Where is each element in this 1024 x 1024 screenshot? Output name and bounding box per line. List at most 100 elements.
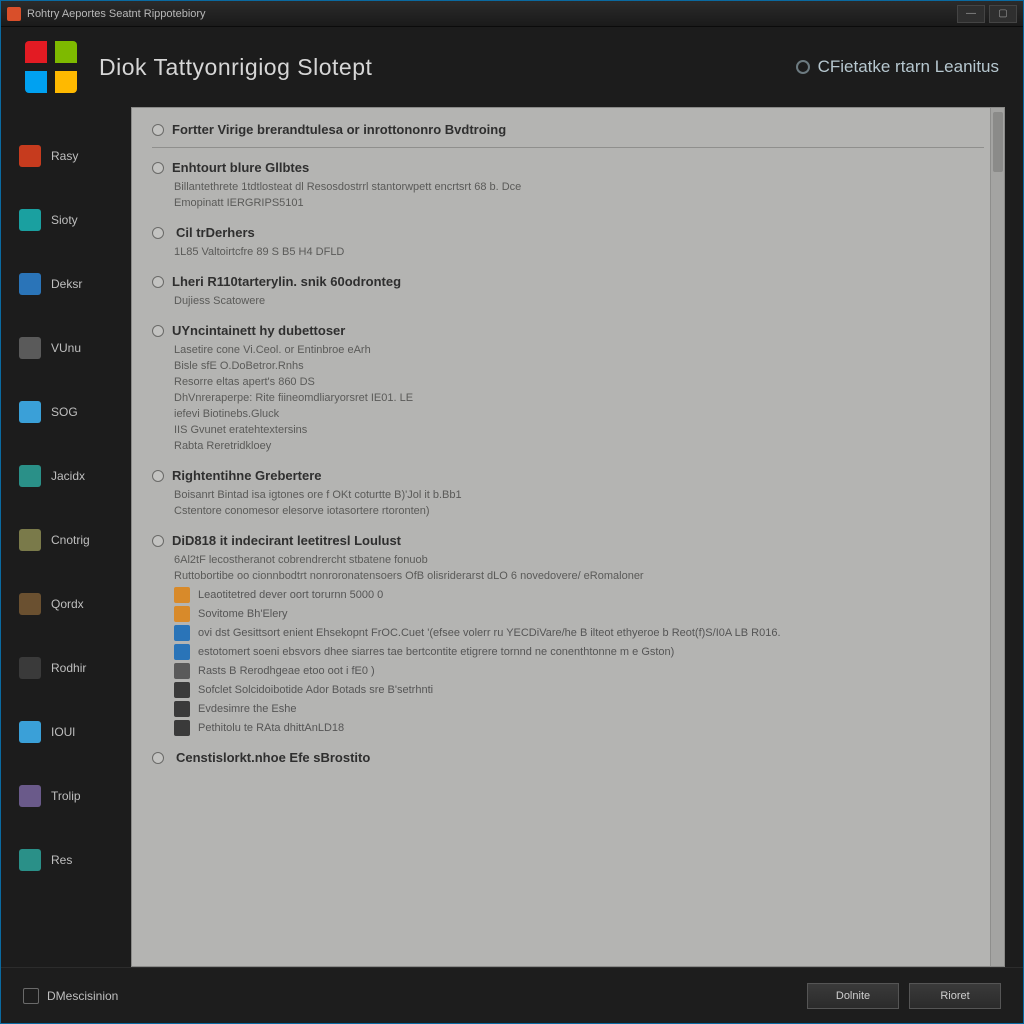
sidebar-item-label: IOUl	[51, 725, 75, 739]
sidebar-item-label: Deksr	[51, 277, 82, 291]
item-icon	[174, 720, 190, 736]
item-text: Sofclet Solcidoibotide Ador Botads sre B…	[198, 684, 433, 696]
section-6: Censtislorkt.nhoe Efe sBrostito	[152, 750, 984, 765]
sidebar-icon	[19, 465, 41, 487]
titlebar: Rohtry Aeportes Seatnt Rippotebiory — ▢	[1, 1, 1023, 27]
list-item[interactable]: Sofclet Solcidoibotide Ador Botads sre B…	[174, 682, 984, 698]
sidebar-item-label: SOG	[51, 405, 78, 419]
sidebar-item-label: Rodhir	[51, 661, 86, 675]
section-line: Cstentore conomesor elesorve iotasortere…	[174, 503, 984, 519]
list-item[interactable]: Evdesimre the Eshe	[174, 701, 984, 717]
sidebar-item-7[interactable]: Qordx	[19, 583, 131, 625]
sidebar-item-8[interactable]: Rodhir	[19, 647, 131, 689]
radio-icon[interactable]	[152, 535, 164, 547]
main-panel: Fortter Virige brerandtulesa or inrotton…	[131, 107, 1005, 967]
subtitle-icon	[796, 60, 810, 74]
sidebar-item-label: Rasy	[51, 149, 78, 163]
logo-icon	[25, 41, 77, 93]
item-icon	[174, 606, 190, 622]
item-icon	[174, 701, 190, 717]
minimize-button[interactable]: —	[957, 5, 985, 23]
item-text: Sovitome Bh'Elery	[198, 608, 288, 620]
header-band: Diok Tattyonrigiog Slotept CFietatke rta…	[1, 27, 1023, 107]
footer-left[interactable]: DMescisinion	[23, 988, 118, 1004]
sidebar-icon	[19, 209, 41, 231]
radio-icon[interactable]	[152, 470, 164, 482]
section-line: Billantethrete 1tdtlosteat dl Resosdostr…	[174, 179, 984, 195]
list-item[interactable]: ovi dst Gesittsort enient Ehsekopnt FrOC…	[174, 625, 984, 641]
sidebar-item-3[interactable]: VUnu	[19, 327, 131, 369]
list-item[interactable]: Rasts B Rerodhgeae etoo oot i fE0 )	[174, 663, 984, 679]
breadcrumb[interactable]: Fortter Virige brerandtulesa or inrotton…	[172, 122, 506, 137]
app-window: Rohtry Aeportes Seatnt Rippotebiory — ▢ …	[0, 0, 1024, 1024]
section-line: Dujiess Scatowere	[174, 293, 984, 309]
sidebar-item-0[interactable]: Rasy	[19, 135, 131, 177]
section-0: Enhtourt blure GllbtesBillantethrete 1td…	[152, 160, 984, 211]
section-line: Ruttobortibe oo cionnbodtrt nonroronaten…	[174, 568, 984, 584]
section-line: DhVnreraperpe: Rite fiineomdliaryorsret …	[174, 390, 984, 406]
radio-icon[interactable]	[152, 124, 164, 136]
sidebar-icon	[19, 785, 41, 807]
app-icon	[7, 7, 21, 21]
radio-icon[interactable]	[152, 752, 164, 764]
item-text: Evdesimre the Eshe	[198, 703, 296, 715]
secondary-button[interactable]: Rioret	[909, 983, 1001, 1009]
radio-icon[interactable]	[152, 325, 164, 337]
sidebar-icon	[19, 721, 41, 743]
sidebar-item-1[interactable]: Sioty	[19, 199, 131, 241]
maximize-button[interactable]: ▢	[989, 5, 1017, 23]
item-icon	[174, 644, 190, 660]
sidebar-item-label: Res	[51, 853, 72, 867]
item-text: Pethitolu te RAta dhittAnLD18	[198, 722, 344, 734]
primary-button[interactable]: Dolnite	[807, 983, 899, 1009]
list-item[interactable]: Pethitolu te RAta dhittAnLD18	[174, 720, 984, 736]
section-line: Bisle sfE O.DoBetror.Rnhs	[174, 358, 984, 374]
page-subtitle: CFietatke rtarn Leanitus	[796, 57, 999, 77]
list-item[interactable]: estotomert soeni ebsvors dhee siarres ta…	[174, 644, 984, 660]
item-icon	[174, 682, 190, 698]
section-title: Censtislorkt.nhoe Efe sBrostito	[176, 750, 370, 765]
page-title: Diok Tattyonrigiog Slotept	[99, 54, 796, 81]
item-text: Leaotitetred dever oort torurnn 5000 0	[198, 589, 383, 601]
section-line: 1L85 Valtoirtcfre 89 S B5 H4 DFLD	[174, 244, 984, 260]
section-title: UYncintainett hy dubettoser	[172, 323, 345, 338]
sidebar-item-6[interactable]: Cnotrig	[19, 519, 131, 561]
sidebar-icon	[19, 145, 41, 167]
section-line: Lasetire cone Vi.Ceol. or Entinbroe eArh	[174, 342, 984, 358]
sidebar-icon	[19, 337, 41, 359]
section-4: Rightentihne GrebertereBoisanrt Bintad i…	[152, 468, 984, 519]
window-title: Rohtry Aeportes Seatnt Rippotebiory	[27, 8, 206, 20]
list-item[interactable]: Sovitome Bh'Elery	[174, 606, 984, 622]
section-title: DiD818 it indecirant leetitresl Loulust	[172, 533, 401, 548]
sidebar-icon	[19, 401, 41, 423]
sidebar-item-2[interactable]: Deksr	[19, 263, 131, 305]
sidebar-item-label: Qordx	[51, 597, 84, 611]
radio-icon[interactable]	[152, 162, 164, 174]
sidebar-item-9[interactable]: IOUl	[19, 711, 131, 753]
scrollbar[interactable]	[990, 108, 1004, 966]
section-5: DiD818 it indecirant leetitresl Loulust 6…	[152, 533, 984, 736]
item-icon	[174, 587, 190, 603]
sidebar-item-5[interactable]: Jacidx	[19, 455, 131, 497]
list-item[interactable]: Leaotitetred dever oort torurnn 5000 0	[174, 587, 984, 603]
section-line: IIS Gvunet eratehtextersins	[174, 422, 984, 438]
item-text: ovi dst Gesittsort enient Ehsekopnt FrOC…	[198, 627, 781, 639]
sidebar-icon	[19, 593, 41, 615]
sidebar-item-10[interactable]: Trolip	[19, 775, 131, 817]
radio-icon[interactable]	[152, 276, 164, 288]
sidebar-icon	[19, 529, 41, 551]
radio-icon[interactable]	[152, 227, 164, 239]
sidebar-item-4[interactable]: SOG	[19, 391, 131, 433]
footer-left-icon	[23, 988, 39, 1004]
footer: DMescisinion Dolnite Rioret	[1, 967, 1023, 1023]
sidebar-icon	[19, 273, 41, 295]
sidebar-icon	[19, 657, 41, 679]
sidebar-item-label: Jacidx	[51, 469, 85, 483]
item-text: estotomert soeni ebsvors dhee siarres ta…	[198, 646, 674, 658]
section-3: UYncintainett hy dubettoser Lasetire cone…	[152, 323, 984, 454]
section-line: 6Al2tF lecostheranot cobrendrercht stbat…	[174, 552, 984, 568]
section-line: Rabta Reretridkloey	[174, 438, 984, 454]
sidebar-icon	[19, 849, 41, 871]
sidebar-item-11[interactable]: Res	[19, 839, 131, 881]
sidebar-item-label: Sioty	[51, 213, 78, 227]
